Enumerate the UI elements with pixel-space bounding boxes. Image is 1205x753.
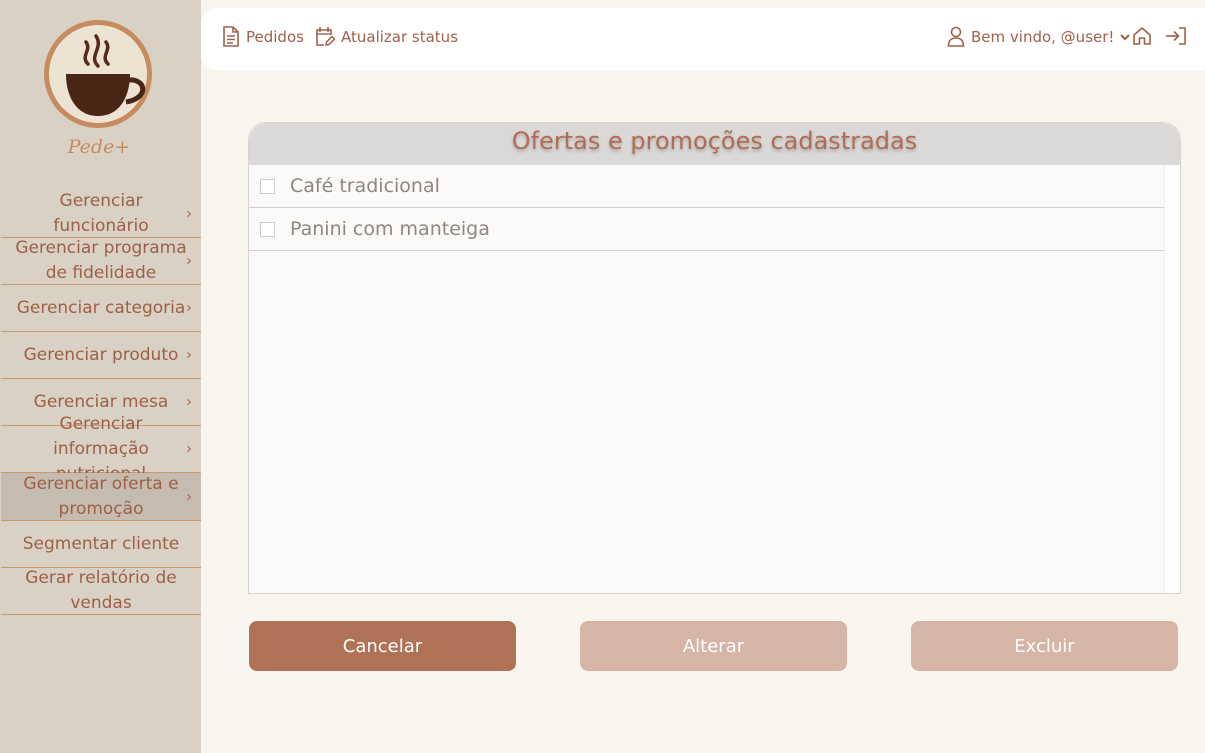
sidebar-item-label: Gerar relatório de vendas	[25, 568, 177, 613]
offers-list: Café tradicional Panini com manteiga	[249, 165, 1164, 593]
list-item[interactable]: Panini com manteiga	[249, 208, 1164, 251]
sidebar-item-gerenciar-funcionario[interactable]: Gerenciar funcionário ›	[1, 191, 201, 238]
user-menu[interactable]: Bem vindo, @user!	[947, 26, 1131, 47]
list-item[interactable]: Café tradicional	[249, 165, 1164, 208]
document-icon	[223, 26, 239, 47]
row-checkbox[interactable]	[260, 178, 275, 194]
sidebar-item-segmentar-cliente[interactable]: Segmentar cliente	[1, 521, 201, 568]
welcome-label: Bem vindo, @user!	[971, 27, 1115, 46]
row-checkbox[interactable]	[260, 221, 275, 237]
offers-panel: Ofertas e promoções cadastradas Café tra…	[248, 122, 1181, 594]
sidebar: Pede+ Gerenciar funcionário › Gerenciar …	[0, 0, 201, 753]
delete-button[interactable]: Excluir	[911, 621, 1178, 671]
home-button[interactable]	[1132, 26, 1152, 46]
chevron-right-icon: ›	[186, 345, 192, 364]
sidebar-item-label: Gerenciar produto	[23, 344, 179, 365]
sidebar-item-label: Gerenciar oferta e promoção	[23, 473, 179, 519]
home-icon	[1133, 27, 1151, 45]
sidebar-item-gerar-relatorio-de-vendas[interactable]: Gerar relatório de vendas	[1, 568, 201, 615]
chevron-right-icon: ›	[186, 204, 192, 223]
sidebar-item-gerenciar-produto[interactable]: Gerenciar produto ›	[1, 332, 201, 379]
chevron-right-icon: ›	[186, 487, 192, 505]
calendar-edit-icon	[316, 27, 335, 46]
list-item-label: Café tradicional	[290, 175, 440, 197]
brand-name: Pede+	[67, 136, 131, 158]
sidebar-item-gerenciar-categoria[interactable]: Gerenciar categoria ›	[1, 285, 201, 332]
sidebar-item-label: Gerenciar categoria	[16, 297, 186, 318]
update-status-link[interactable]: Atualizar status	[315, 26, 458, 47]
panel-title: Ofertas e promoções cadastradas	[249, 123, 1180, 165]
sidebar-nav: Gerenciar funcionário › Gerenciar progra…	[1, 191, 201, 615]
top-bar: Pedidos Atualizar status Bem vindo, @use…	[201, 8, 1205, 70]
sidebar-item-gerenciar-informacao-nutricional[interactable]: Gerenciar informação nutricional ›	[1, 414, 201, 484]
chevron-right-icon: ›	[186, 251, 192, 270]
logout-icon	[1166, 27, 1186, 45]
sidebar-item-gerenciar-programa-de-fidelidade[interactable]: Gerenciar programa de fidelidade ›	[1, 238, 201, 285]
chevron-down-icon	[1120, 33, 1131, 40]
update-status-label: Atualizar status	[341, 27, 459, 46]
logout-button[interactable]	[1165, 26, 1187, 46]
coffee-cup-icon	[66, 34, 146, 116]
orders-label: Pedidos	[246, 27, 304, 46]
sidebar-item-gerenciar-oferta-e-promocao[interactable]: Gerenciar oferta e promoção ›	[1, 473, 201, 521]
brand-logo: Pede+	[42, 18, 156, 168]
orders-link[interactable]: Pedidos	[222, 26, 304, 47]
chevron-right-icon: ›	[186, 298, 192, 317]
chevron-right-icon: ›	[186, 439, 192, 458]
sidebar-item-label: Segmentar cliente	[22, 533, 180, 554]
list-item-label: Panini com manteiga	[290, 218, 490, 240]
edit-button[interactable]: Alterar	[580, 621, 847, 671]
sidebar-item-label: Gerenciar funcionário	[53, 191, 149, 236]
cancel-button[interactable]: Cancelar	[249, 621, 516, 671]
user-icon	[947, 26, 965, 47]
list-scrollbar[interactable]	[1164, 165, 1180, 593]
sidebar-item-label: Gerenciar programa de fidelidade	[15, 238, 187, 283]
